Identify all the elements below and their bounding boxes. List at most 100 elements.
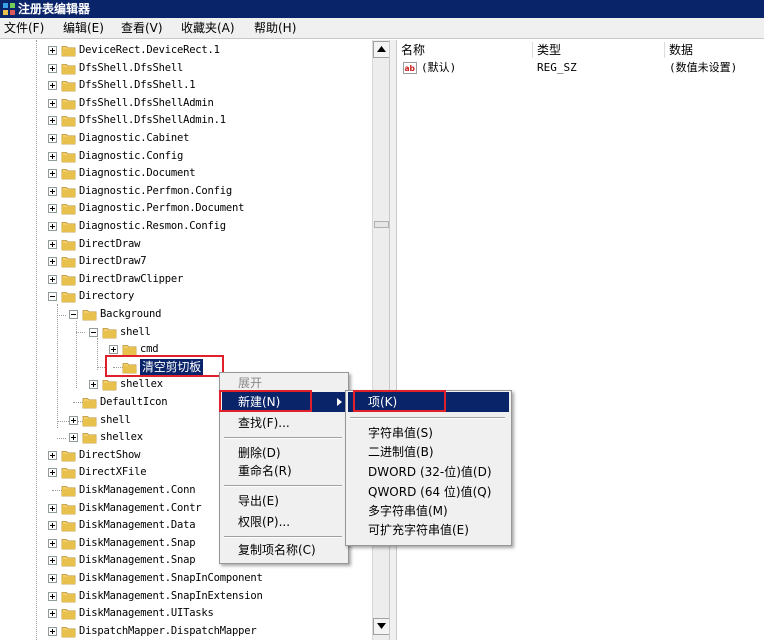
submenu-item-expandable-string-value[interactable]: 可扩充字符串值(E) <box>348 520 509 540</box>
tree-item[interactable]: DfsShell.DfsShellAdmin <box>0 95 372 112</box>
tree-item[interactable]: DfsShell.DfsShellAdmin.1 <box>0 112 372 129</box>
expand-icon[interactable] <box>48 81 57 91</box>
expand-icon[interactable] <box>48 239 57 249</box>
collapse-icon[interactable] <box>48 292 57 302</box>
menu-help[interactable]: 帮助(H) <box>252 18 298 38</box>
folder-icon <box>61 590 77 603</box>
menu-item-permissions[interactable]: 权限(P)... <box>222 512 346 532</box>
tree-item[interactable]: DeviceRect.DeviceRect.1 <box>0 42 372 59</box>
submenu-item-string-value[interactable]: 字符串值(S) <box>348 423 509 443</box>
collapse-icon[interactable] <box>89 327 98 337</box>
tree-item[interactable]: DirectDraw7 <box>0 253 372 270</box>
menu-favorites[interactable]: 收藏夹(A) <box>179 18 237 38</box>
annotation-box-clipboard-key <box>105 355 224 377</box>
expand-icon[interactable] <box>48 257 57 267</box>
expand-icon[interactable] <box>48 134 57 143</box>
expand-icon[interactable] <box>48 609 57 619</box>
folder-icon <box>61 273 77 286</box>
tree-item-background[interactable]: Background <box>0 306 372 323</box>
folder-icon <box>61 607 77 620</box>
expand-icon[interactable] <box>69 415 78 425</box>
value-name[interactable]: (默认) <box>421 60 456 76</box>
tree-item-directory[interactable]: Directory <box>0 288 372 305</box>
expand-icon[interactable] <box>48 274 57 284</box>
tree-item[interactable]: DiskManagement.SnapInExtension <box>0 588 372 605</box>
folder-icon <box>61 484 77 497</box>
expand-icon[interactable] <box>48 538 57 548</box>
submenu-item-binary-value[interactable]: 二进制值(B) <box>348 442 509 462</box>
menu-edit[interactable]: 编辑(E) <box>61 18 106 38</box>
tree-item[interactable]: DiskManagement.SnapInComponent <box>0 570 372 587</box>
folder-icon <box>61 220 77 233</box>
expand-icon[interactable] <box>48 186 57 196</box>
submenu-item-multi-string-value[interactable]: 多字符串值(M) <box>348 501 509 521</box>
tree-item[interactable]: Diagnostic.Cabinet <box>0 130 372 147</box>
collapse-icon[interactable] <box>69 310 78 319</box>
submenu-item-qword-value[interactable]: QWORD (64 位)值(Q) <box>348 482 509 502</box>
expand-icon[interactable] <box>109 345 118 355</box>
column-header-type[interactable]: 类型 <box>533 42 665 58</box>
expand-icon[interactable] <box>48 556 57 566</box>
tree-item[interactable]: DirectDrawClipper <box>0 271 372 288</box>
pane-splitter[interactable] <box>389 40 397 640</box>
tree-item[interactable]: Diagnostic.Resmon.Config <box>0 218 372 235</box>
tree-item-label: DiskManagement.Conn <box>79 484 196 496</box>
expand-icon[interactable] <box>48 116 57 126</box>
expand-icon[interactable] <box>48 574 57 583</box>
submenu-item-dword-value[interactable]: DWORD (32-位)值(D) <box>348 462 509 482</box>
folder-icon <box>61 625 77 638</box>
tree-item-label: DfsShell.DfsShellAdmin <box>79 96 214 109</box>
expand-icon[interactable] <box>48 626 57 636</box>
expand-icon[interactable] <box>48 591 57 601</box>
menu-view[interactable]: 查看(V) <box>119 18 165 38</box>
scroll-down-button[interactable] <box>373 618 390 635</box>
tree-item[interactable]: DiskManagement.UITasks <box>0 605 372 622</box>
column-header-data[interactable]: 数据 <box>665 42 764 58</box>
tree-item[interactable]: Diagnostic.Document <box>0 165 372 182</box>
folder-icon <box>61 449 77 462</box>
tree-item[interactable]: DfsShell.DfsShell <box>0 60 372 77</box>
tree-item[interactable]: DispatchMapper.DispatchMapper <box>0 623 372 640</box>
folder-icon <box>61 202 77 215</box>
tree-item-label: DirectXFile <box>79 466 147 479</box>
tree-item[interactable]: DfsShell.DfsShell.1 <box>0 77 372 94</box>
menu-item-delete[interactable]: 删除(D) <box>222 443 346 463</box>
scroll-up-button[interactable] <box>373 41 390 58</box>
menu-file[interactable]: 文件(F) <box>2 18 46 38</box>
expand-icon[interactable] <box>48 222 57 231</box>
tree-item-label: DispatchMapper.DispatchMapper <box>79 624 257 637</box>
expand-icon[interactable] <box>48 204 57 214</box>
expand-icon[interactable] <box>48 169 57 179</box>
tree-item-label: DirectShow <box>79 448 141 461</box>
expand-icon[interactable] <box>48 521 57 531</box>
tree-item[interactable]: Diagnostic.Config <box>0 148 372 165</box>
submenu-arrow-icon <box>337 398 342 406</box>
expand-icon[interactable] <box>48 450 57 460</box>
tree-scrollbar[interactable] <box>372 40 390 640</box>
scroll-thumb[interactable] <box>374 221 389 228</box>
menu-item-copy-key-name[interactable]: 复制项名称(C) <box>222 540 346 560</box>
menu-item-rename[interactable]: 重命名(R) <box>222 461 346 481</box>
expand-icon[interactable] <box>89 380 98 390</box>
string-value-icon: ab <box>403 62 417 74</box>
values-pane[interactable]: 名称 类型 数据 ab (默认) REG_SZ (数值未设置) <box>397 40 764 640</box>
expand-icon[interactable] <box>69 433 78 443</box>
menu-item-find[interactable]: 查找(F)... <box>222 413 346 433</box>
tree-item[interactable]: DirectDraw <box>0 236 372 253</box>
folder-icon <box>61 167 77 180</box>
expand-icon[interactable] <box>48 46 57 55</box>
tree-item-shell[interactable]: shell <box>0 324 372 341</box>
column-header-name[interactable]: 名称 <box>397 42 533 58</box>
menu-item-export[interactable]: 导出(E) <box>222 491 346 511</box>
expand-icon[interactable] <box>48 63 57 73</box>
folder-icon <box>61 537 77 550</box>
expand-icon[interactable] <box>48 98 57 108</box>
tree-item-label: Diagnostic.Resmon.Config <box>79 220 226 232</box>
tree-item[interactable]: Diagnostic.Perfmon.Config <box>0 183 372 200</box>
expand-icon[interactable] <box>48 503 57 513</box>
tree-item[interactable]: Diagnostic.Perfmon.Document <box>0 200 372 217</box>
expand-icon[interactable] <box>48 151 57 161</box>
expand-icon[interactable] <box>48 468 57 478</box>
regedit-icon <box>3 3 15 15</box>
folder-icon <box>61 185 77 198</box>
